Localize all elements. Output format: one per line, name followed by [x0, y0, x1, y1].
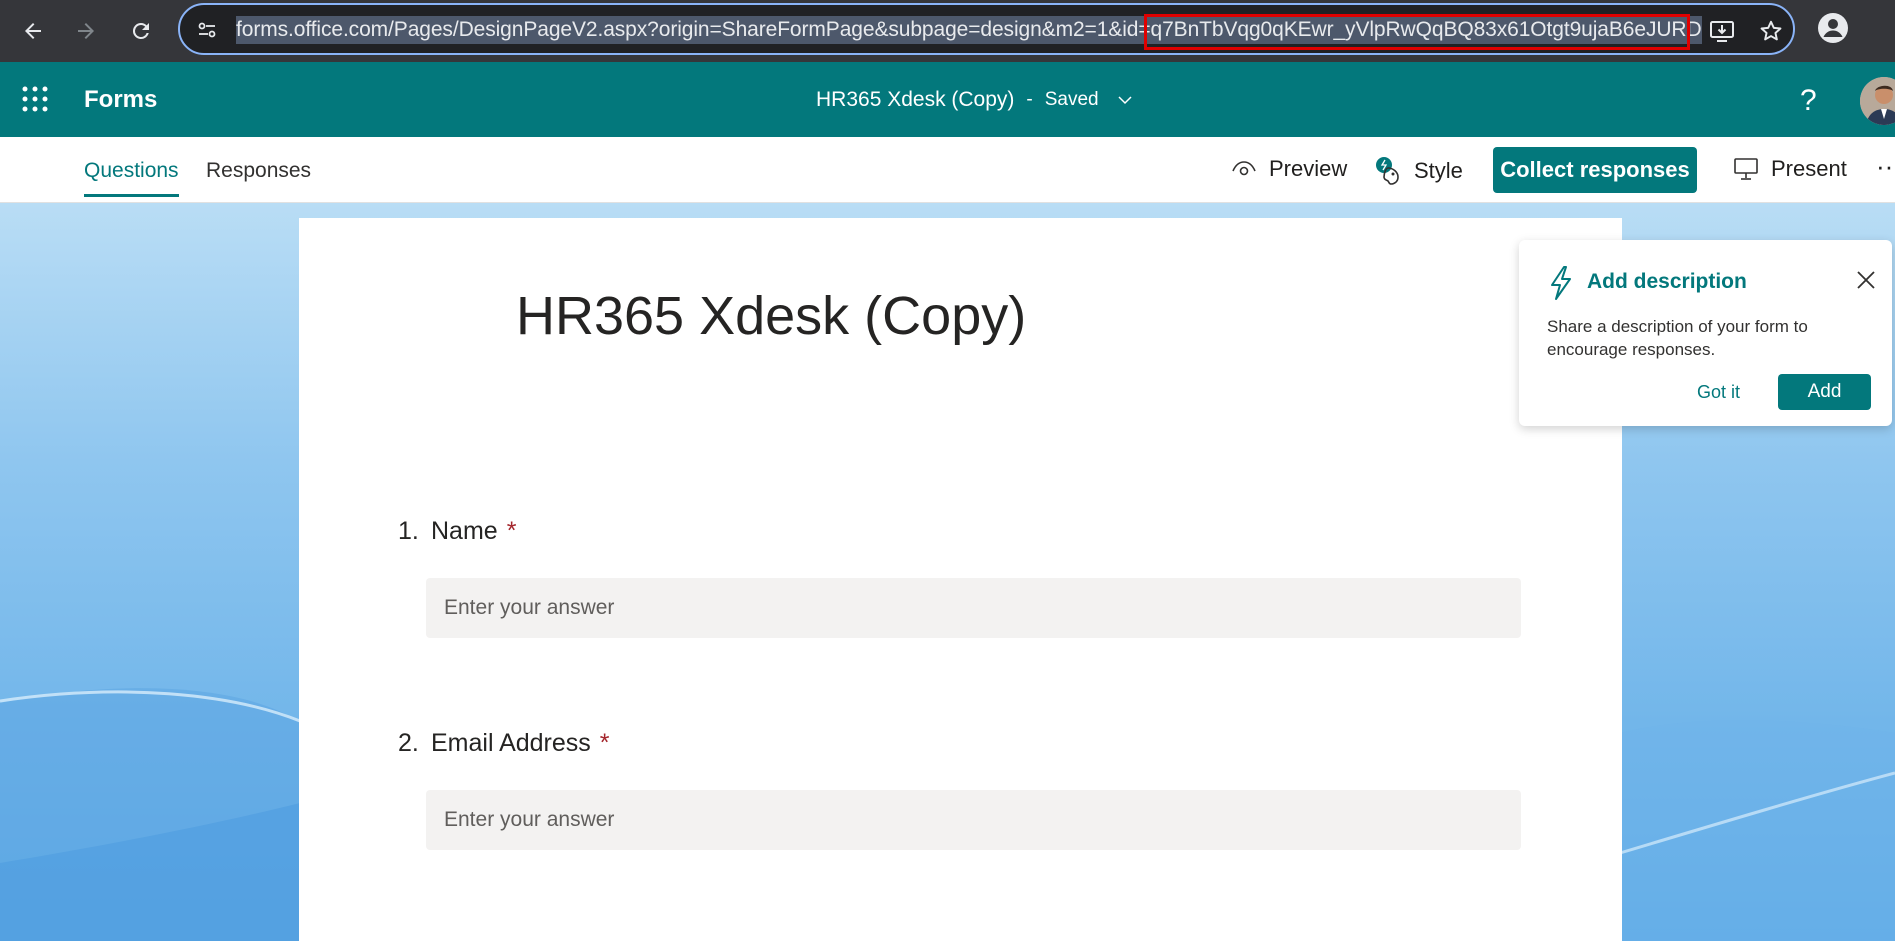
- url-prefix: forms.office.com/Pages/DesignPageV2.aspx…: [236, 18, 1151, 41]
- active-tab-indicator: [84, 194, 179, 197]
- present-icon: [1734, 158, 1758, 180]
- screen: forms.office.com/Pages/DesignPageV2.aspx…: [0, 0, 1895, 941]
- preview-label: Preview: [1269, 156, 1348, 181]
- help-icon[interactable]: ?: [1800, 84, 1817, 118]
- present-label: Present: [1771, 156, 1847, 181]
- question-number: 2.: [398, 729, 419, 757]
- question-label: 1. Name *: [398, 517, 516, 546]
- got-it-button[interactable]: Got it: [1697, 382, 1740, 403]
- present-button[interactable]: Present: [1733, 156, 1847, 182]
- preview-button[interactable]: Preview: [1231, 156, 1347, 182]
- eye-icon: [1232, 161, 1256, 176]
- document-title: HR365 Xdesk (Copy): [816, 88, 1015, 111]
- browser-profile-icon[interactable]: [1817, 12, 1849, 44]
- document-title-menu[interactable]: HR365 Xdesk (Copy) - Saved: [816, 88, 1133, 112]
- form-title[interactable]: HR365 Xdesk (Copy): [516, 285, 1026, 347]
- callout-text: Share a description of your form to enco…: [1547, 317, 1808, 359]
- lightning-icon: [1551, 266, 1571, 300]
- tab-questions[interactable]: Questions: [84, 159, 179, 183]
- forms-header: Forms HR365 Xdesk (Copy) - Saved ?: [0, 62, 1895, 137]
- chevron-down-icon: [1118, 96, 1132, 105]
- add-description-button[interactable]: Add: [1778, 374, 1871, 410]
- palette-icon: [1376, 157, 1399, 185]
- question-text: Email Address: [431, 729, 591, 757]
- more-options-icon[interactable]: ···: [1876, 151, 1895, 182]
- style-label: Style: [1414, 158, 1463, 183]
- email-answer-field[interactable]: Enter your answer: [426, 790, 1521, 850]
- form-card: HR365 Xdesk (Copy) 1. Name * Enter your …: [299, 218, 1622, 941]
- url-text[interactable]: forms.office.com/Pages/DesignPageV2.aspx…: [236, 16, 1702, 44]
- question-text: Name: [431, 517, 498, 545]
- tab-responses[interactable]: Responses: [206, 159, 311, 183]
- required-mark: *: [506, 517, 517, 545]
- question-name[interactable]: 1. Name * Enter your answer: [398, 517, 1521, 638]
- title-separator: -: [1026, 89, 1033, 110]
- app-launcher-icon[interactable]: [20, 84, 50, 114]
- question-email[interactable]: 2. Email Address * Enter your answer: [398, 729, 1521, 850]
- app-name[interactable]: Forms: [84, 86, 157, 114]
- site-info-icon[interactable]: [194, 17, 220, 43]
- callout-title: Add description: [1587, 270, 1747, 293]
- save-status: Saved: [1044, 89, 1099, 110]
- required-mark: *: [599, 729, 610, 757]
- collect-responses-button[interactable]: Collect responses: [1493, 147, 1697, 193]
- bookmark-star-icon[interactable]: [1757, 17, 1785, 45]
- install-app-icon[interactable]: [1708, 17, 1736, 45]
- style-button[interactable]: Style: [1374, 156, 1463, 186]
- form-toolbar: Questions Responses Preview Style Collec…: [0, 137, 1895, 203]
- close-icon[interactable]: [1855, 269, 1877, 291]
- browser-toolbar: forms.office.com/Pages/DesignPageV2.aspx…: [0, 0, 1895, 62]
- avatar[interactable]: [1860, 77, 1895, 125]
- question-number: 1.: [398, 517, 419, 545]
- address-bar[interactable]: forms.office.com/Pages/DesignPageV2.aspx…: [178, 3, 1795, 55]
- reload-icon[interactable]: [123, 13, 159, 49]
- forward-icon[interactable]: [68, 13, 104, 49]
- add-description-callout: Add description Share a description of y…: [1519, 240, 1892, 426]
- name-answer-field[interactable]: Enter your answer: [426, 578, 1521, 638]
- url-id: q7BnTbVqg0qKEwr_yVlpRwQqBQ83x61Otgt9ujaB…: [1150, 18, 1702, 41]
- question-label: 2. Email Address *: [398, 729, 610, 758]
- back-icon[interactable]: [15, 13, 51, 49]
